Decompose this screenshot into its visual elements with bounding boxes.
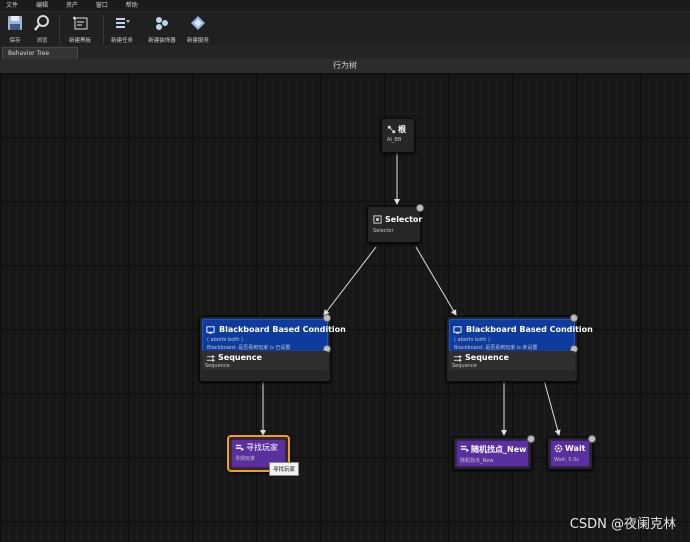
new-task-icon (116, 18, 130, 28)
task-icon (460, 445, 469, 453)
new-service-label: 新建服务 (186, 38, 209, 44)
tab-behavior-tree[interactable]: Behavior Tree (2, 47, 78, 59)
selector-icon (373, 215, 382, 224)
left-decorator-key: Blackboard: 是否看到玩家 is 已设置 (207, 345, 291, 351)
right-decorator-key: Blackboard: 是否看到玩家 is 未设置 (454, 345, 538, 351)
menu-edit[interactable]: 编辑 (36, 0, 48, 11)
menu-file[interactable]: 文件 (6, 0, 18, 11)
left-sequence-subtitle: Sequence (205, 363, 230, 369)
left-decorator-title: Blackboard Based Condition (219, 325, 346, 334)
new-blackboard-label: 新建黑板 (68, 38, 91, 44)
right-decorator-aborts: ( aborts both ) (454, 337, 490, 343)
left-sequence-bar[interactable]: Sequence Sequence (202, 351, 328, 370)
blackboard-condition-icon (206, 326, 215, 334)
wait-subtitle: Wait: 5.0s (554, 457, 579, 463)
selector-subtitle: Selector (373, 228, 394, 234)
root-title: 根 (398, 125, 406, 134)
left-sequence-title: Sequence (218, 353, 262, 362)
new-task-button[interactable]: 新建任务 (108, 14, 136, 44)
tab-bar: Behavior Tree (0, 45, 690, 59)
connection-wires (260, 153, 561, 436)
blackboard-condition-icon (453, 326, 462, 334)
menu-window[interactable]: 窗口 (96, 0, 108, 11)
random-point-subtitle: 随机找点_New (460, 458, 494, 464)
browse-button[interactable]: 浏览 (28, 14, 56, 44)
node-tooltip: 寻找玩家 (269, 462, 300, 476)
menu-asset[interactable]: 资产 (66, 0, 78, 11)
node-pin[interactable] (588, 435, 596, 443)
node-pin[interactable] (527, 435, 535, 443)
wire-selector-right (415, 246, 457, 316)
find-player-subtitle: 寻找玩家 (235, 456, 256, 462)
new-task-label: 新建任务 (110, 38, 133, 44)
new-blackboard-button[interactable]: 新建黑板 (66, 14, 94, 44)
wait-title: Wait (565, 444, 586, 453)
right-decorator[interactable]: Blackboard Based Condition ( aborts both… (449, 314, 593, 353)
toolbar: 保存 浏览 新建黑板 新建任务 新建装饰器 新建服务 (0, 11, 690, 46)
find-player-title: 寻找玩家 (246, 443, 278, 452)
root-node[interactable]: 根 AI_BB (381, 118, 415, 153)
wire-right-wait (543, 379, 561, 436)
new-decorator-button[interactable]: 新建装饰器 (148, 14, 176, 44)
right-decorator-title: Blackboard Based Condition (466, 325, 593, 334)
new-service-button[interactable]: 新建服务 (184, 14, 212, 44)
wait-task[interactable]: Wait Wait: 5.0s (550, 440, 590, 467)
random-point-task-node[interactable]: 随机找点_New 随机找点_New (453, 435, 535, 470)
new-service-icon (191, 16, 205, 30)
right-sequence-subtitle: Sequence (452, 363, 477, 369)
gear-icon (554, 444, 563, 453)
left-decorator[interactable]: Blackboard Based Condition ( aborts both… (202, 314, 346, 353)
graph-title: 行为树 (0, 59, 690, 74)
blackboard-icon (73, 16, 88, 30)
right-sequence-title: Sequence (465, 353, 509, 362)
wait-task-node[interactable]: Wait Wait: 5.0s (547, 435, 596, 470)
node-pin[interactable] (323, 314, 331, 322)
wire-selector-left (323, 246, 377, 316)
menu-bar: 文件 编辑 资产 窗口 帮助 (0, 0, 690, 11)
graph-canvas[interactable]: 根 AI_BB Selector Selector Blackboard Bas… (0, 73, 690, 542)
node-pin[interactable] (416, 204, 424, 212)
menu-help[interactable]: 帮助 (126, 0, 138, 11)
save-icon (8, 16, 22, 30)
random-point-task[interactable]: 随机找点_New 随机找点_New (456, 440, 529, 467)
right-sequence-node[interactable]: Blackboard Based Condition ( aborts both… (446, 314, 593, 382)
sequence-icon (453, 354, 462, 363)
selector-node[interactable]: Selector Selector (367, 204, 424, 243)
root-subtitle: AI_BB (387, 137, 402, 143)
root-icon (387, 125, 396, 134)
task-icon (235, 444, 244, 452)
left-sequence-node[interactable]: Blackboard Based Condition ( aborts both… (199, 314, 346, 382)
node-pin[interactable] (570, 314, 578, 322)
selector-title: Selector (385, 215, 423, 224)
sequence-icon (206, 354, 215, 363)
left-decorator-aborts: ( aborts both ) (207, 337, 243, 343)
watermark: CSDN @夜阑克林 (569, 517, 676, 532)
random-point-title: 随机找点_New (471, 445, 527, 454)
magnifier-icon (34, 15, 49, 31)
new-decorator-icon (156, 17, 168, 30)
right-sequence-bar[interactable]: Sequence Sequence (449, 351, 575, 370)
